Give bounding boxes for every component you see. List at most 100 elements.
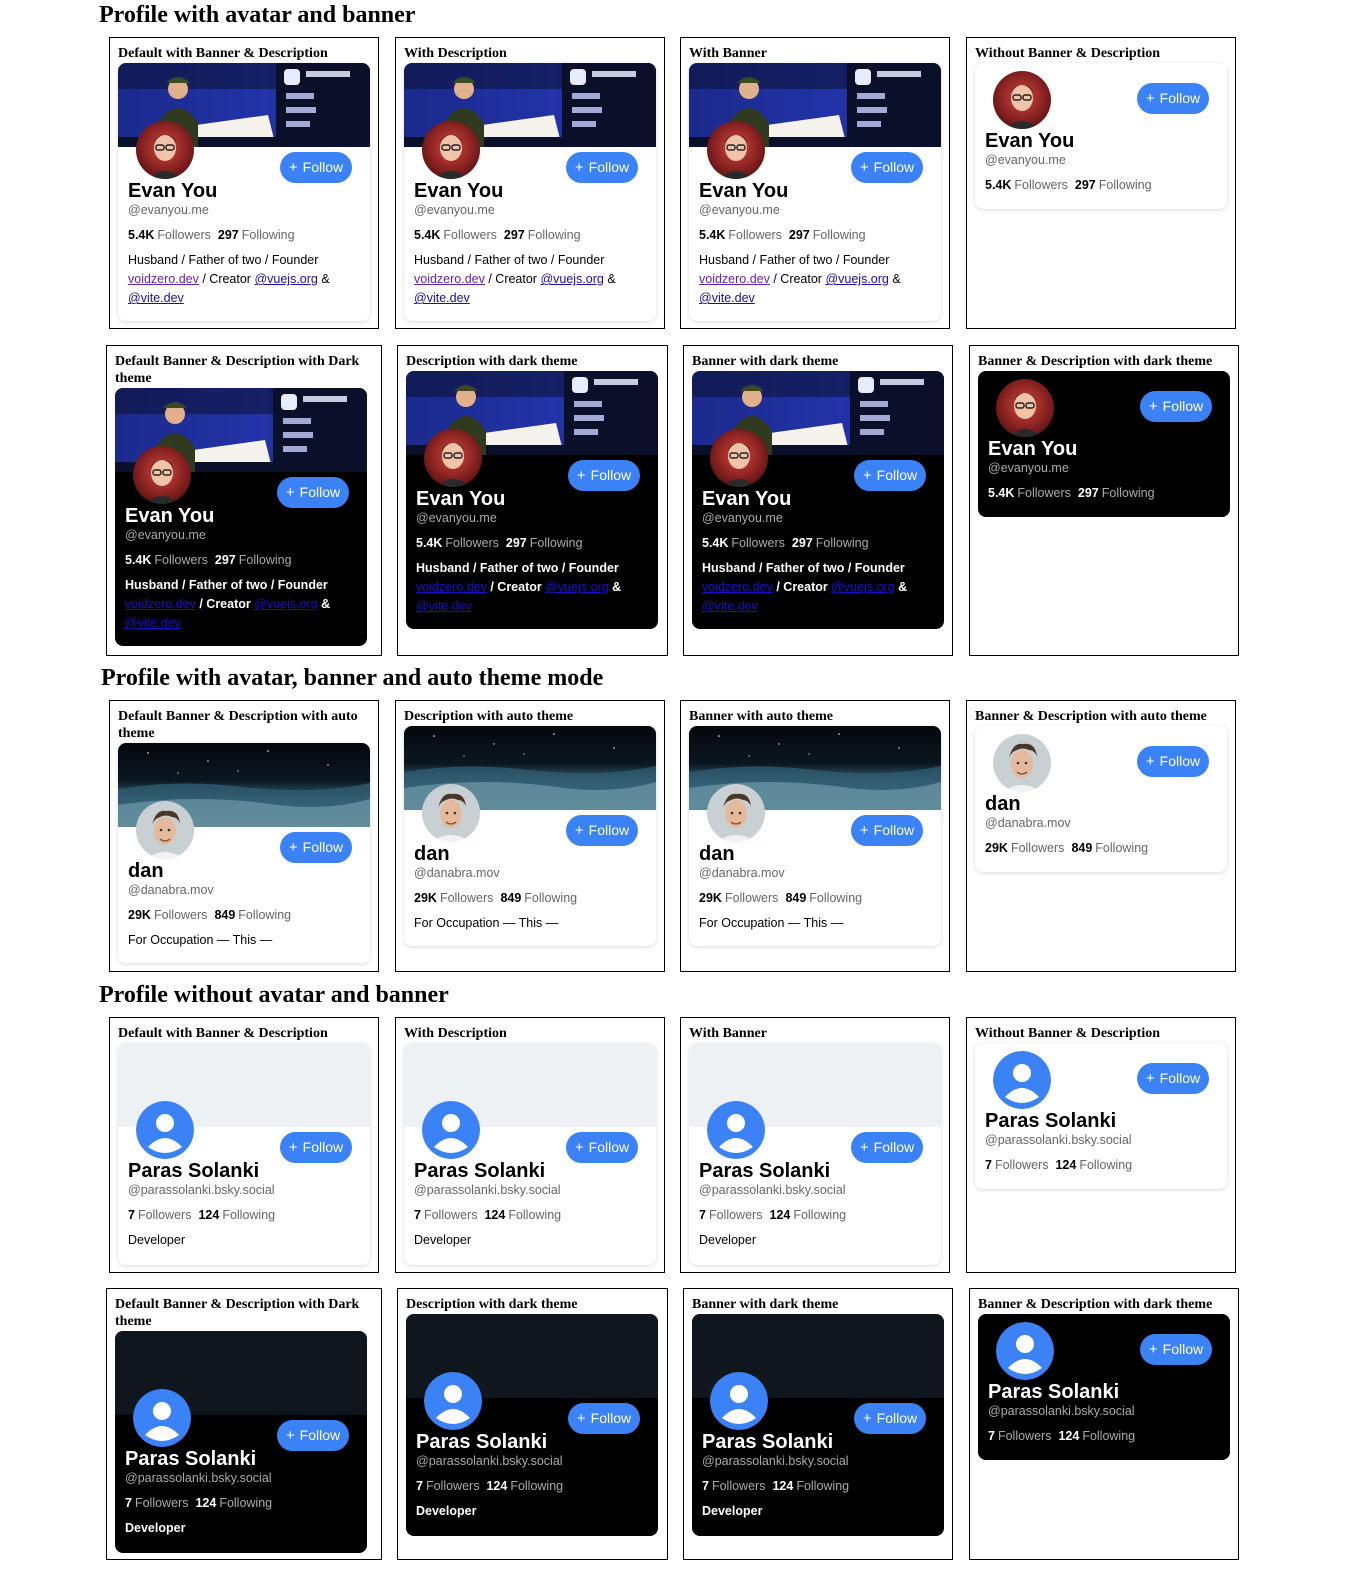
- follow-button[interactable]: + Follow: [566, 152, 638, 183]
- profile-handle[interactable]: @evanyou.me: [702, 510, 783, 526]
- followers-label[interactable]: Followers: [728, 228, 782, 242]
- followers-label[interactable]: Followers: [712, 1479, 766, 1493]
- following-label[interactable]: Following: [1079, 1158, 1132, 1172]
- link-vite[interactable]: @vite.dev: [702, 599, 758, 613]
- profile-handle[interactable]: @evanyou.me: [125, 527, 206, 543]
- follow-button[interactable]: + Follow: [1137, 1063, 1209, 1094]
- following-label[interactable]: Following: [219, 1496, 272, 1510]
- follow-button[interactable]: + Follow: [280, 152, 352, 183]
- link-voidzero[interactable]: voidzero.dev: [702, 580, 773, 594]
- profile-handle[interactable]: @parassolanki.bsky.social: [699, 1182, 846, 1198]
- avatar[interactable]: [710, 1372, 768, 1430]
- follow-button[interactable]: + Follow: [277, 477, 349, 508]
- link-vite[interactable]: @vite.dev: [416, 599, 472, 613]
- link-voidzero[interactable]: voidzero.dev: [125, 597, 196, 611]
- followers-label[interactable]: Followers: [445, 536, 499, 550]
- avatar[interactable]: [136, 121, 194, 179]
- followers-label[interactable]: Followers: [731, 536, 785, 550]
- profile-handle[interactable]: @evanyou.me: [128, 202, 209, 218]
- avatar[interactable]: [707, 784, 765, 842]
- profile-handle[interactable]: @parassolanki.bsky.social: [702, 1453, 849, 1469]
- profile-handle[interactable]: @evanyou.me: [416, 510, 497, 526]
- profile-handle[interactable]: @evanyou.me: [699, 202, 780, 218]
- avatar[interactable]: [993, 1051, 1051, 1109]
- profile-handle[interactable]: @evanyou.me: [988, 460, 1069, 476]
- follow-button[interactable]: + Follow: [566, 1132, 638, 1163]
- followers-label[interactable]: Followers: [1014, 178, 1068, 192]
- following-label[interactable]: Following: [813, 228, 866, 242]
- avatar[interactable]: [424, 1372, 482, 1430]
- following-label[interactable]: Following: [528, 228, 581, 242]
- link-vuejs[interactable]: @vuejs.org: [540, 272, 603, 286]
- following-label[interactable]: Following: [1082, 1429, 1135, 1443]
- profile-handle[interactable]: @parassolanki.bsky.social: [414, 1182, 561, 1198]
- follow-button[interactable]: + Follow: [568, 1403, 640, 1434]
- following-label[interactable]: Following: [1099, 178, 1152, 192]
- link-voidzero[interactable]: voidzero.dev: [414, 272, 485, 286]
- followers-label[interactable]: Followers: [1011, 841, 1065, 855]
- follow-button[interactable]: + Follow: [851, 815, 923, 846]
- follow-button[interactable]: + Follow: [854, 460, 926, 491]
- link-vite[interactable]: @vite.dev: [125, 616, 181, 630]
- followers-label[interactable]: Followers: [426, 1479, 480, 1493]
- avatar[interactable]: [710, 429, 768, 487]
- following-label[interactable]: Following: [809, 891, 862, 905]
- following-label[interactable]: Following: [510, 1479, 563, 1493]
- avatar[interactable]: [136, 801, 194, 859]
- following-label[interactable]: Following: [222, 1208, 275, 1222]
- link-voidzero[interactable]: voidzero.dev: [128, 272, 199, 286]
- followers-label[interactable]: Followers: [138, 1208, 192, 1222]
- followers-label[interactable]: Followers: [157, 228, 211, 242]
- follow-button[interactable]: + Follow: [277, 1420, 349, 1451]
- profile-handle[interactable]: @parassolanki.bsky.social: [988, 1403, 1135, 1419]
- follow-button[interactable]: + Follow: [566, 815, 638, 846]
- profile-handle[interactable]: @parassolanki.bsky.social: [128, 1182, 275, 1198]
- link-vuejs[interactable]: @vuejs.org: [825, 272, 888, 286]
- profile-handle[interactable]: @parassolanki.bsky.social: [125, 1470, 272, 1486]
- follow-button[interactable]: + Follow: [280, 832, 352, 863]
- followers-label[interactable]: Followers: [709, 1208, 763, 1222]
- profile-handle[interactable]: @danabra.mov: [414, 865, 500, 881]
- follow-button[interactable]: + Follow: [1137, 83, 1209, 114]
- link-voidzero[interactable]: voidzero.dev: [699, 272, 770, 286]
- followers-label[interactable]: Followers: [1017, 486, 1071, 500]
- follow-button[interactable]: + Follow: [1140, 391, 1212, 422]
- following-label[interactable]: Following: [508, 1208, 561, 1222]
- follow-button[interactable]: + Follow: [1137, 746, 1209, 777]
- following-label[interactable]: Following: [1095, 841, 1148, 855]
- profile-handle[interactable]: @danabra.mov: [699, 865, 785, 881]
- profile-handle[interactable]: @danabra.mov: [128, 882, 214, 898]
- following-label[interactable]: Following: [1102, 486, 1155, 500]
- follow-button[interactable]: + Follow: [851, 152, 923, 183]
- avatar[interactable]: [993, 734, 1051, 792]
- following-label[interactable]: Following: [796, 1479, 849, 1493]
- follow-button[interactable]: + Follow: [568, 460, 640, 491]
- followers-label[interactable]: Followers: [995, 1158, 1049, 1172]
- avatar[interactable]: [133, 1389, 191, 1447]
- link-vite[interactable]: @vite.dev: [699, 291, 755, 305]
- follow-button[interactable]: + Follow: [280, 1132, 352, 1163]
- avatar[interactable]: [996, 379, 1054, 437]
- following-label[interactable]: Following: [239, 553, 292, 567]
- link-vite[interactable]: @vite.dev: [128, 291, 184, 305]
- profile-handle[interactable]: @evanyou.me: [985, 152, 1066, 168]
- follow-button[interactable]: + Follow: [851, 1132, 923, 1163]
- following-label[interactable]: Following: [242, 228, 295, 242]
- link-vuejs[interactable]: @vuejs.org: [545, 580, 608, 594]
- following-label[interactable]: Following: [530, 536, 583, 550]
- avatar[interactable]: [424, 429, 482, 487]
- followers-label[interactable]: Followers: [424, 1208, 478, 1222]
- avatar[interactable]: [707, 121, 765, 179]
- avatar[interactable]: [422, 784, 480, 842]
- following-label[interactable]: Following: [816, 536, 869, 550]
- followers-label[interactable]: Followers: [443, 228, 497, 242]
- avatar[interactable]: [422, 1101, 480, 1159]
- link-vuejs[interactable]: @vuejs.org: [254, 597, 317, 611]
- followers-label[interactable]: Followers: [725, 891, 779, 905]
- avatar[interactable]: [707, 1101, 765, 1159]
- avatar[interactable]: [133, 446, 191, 504]
- follow-button[interactable]: + Follow: [854, 1403, 926, 1434]
- profile-handle[interactable]: @danabra.mov: [985, 815, 1071, 831]
- followers-label[interactable]: Followers: [440, 891, 494, 905]
- following-label[interactable]: Following: [524, 891, 577, 905]
